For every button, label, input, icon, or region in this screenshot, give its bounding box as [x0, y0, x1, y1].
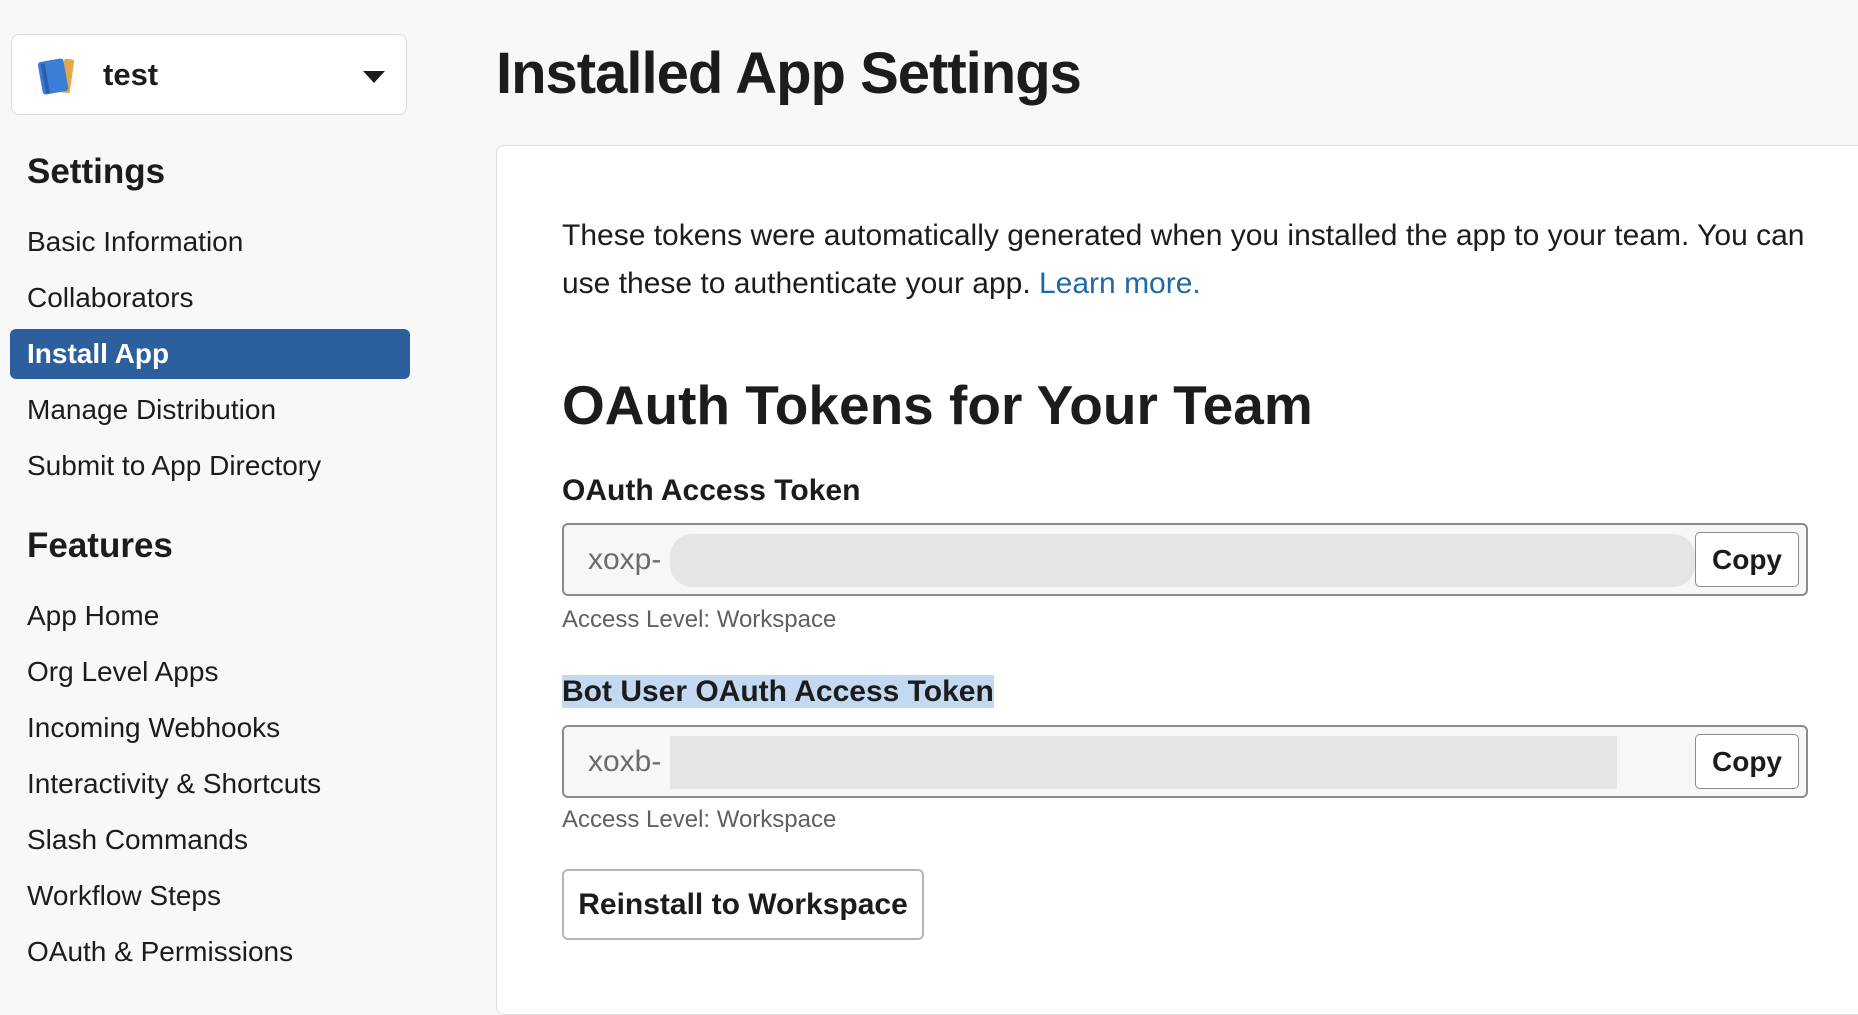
learn-more-link[interactable]: Learn more.: [1039, 267, 1201, 300]
oauth-token-access-level: Access Level: Workspace: [562, 606, 837, 633]
redacted-token-mask: [670, 534, 1695, 587]
intro-text: These tokens were automatically generate…: [562, 212, 1842, 308]
oauth-tokens-heading: OAuth Tokens for Your Team: [562, 374, 1313, 436]
page-title: Installed App Settings: [496, 41, 1082, 106]
app-name: test: [103, 57, 159, 92]
sidebar-item-org-level-apps[interactable]: Org Level Apps: [10, 647, 410, 697]
copy-bot-token-button[interactable]: Copy: [1695, 734, 1799, 789]
sidebar-item-collaborators[interactable]: Collaborators: [10, 273, 410, 323]
sidebar-item-interactivity-shortcuts[interactable]: Interactivity & Shortcuts: [10, 759, 410, 809]
copy-oauth-token-button[interactable]: Copy: [1695, 532, 1799, 587]
settings-section-title: Settings: [27, 152, 166, 191]
notebook-icon: [37, 58, 75, 95]
sidebar: test Settings Basic Information Collabor…: [0, 0, 420, 992]
redacted-token-mask: [670, 736, 1617, 789]
oauth-access-token-label: OAuth Access Token: [562, 474, 861, 507]
sidebar-item-submit-to-app-directory[interactable]: Submit to App Directory: [10, 441, 410, 491]
sidebar-item-manage-distribution[interactable]: Manage Distribution: [10, 385, 410, 435]
oauth-token-prefix: xoxp-: [588, 543, 662, 576]
app-switcher[interactable]: test: [11, 34, 407, 115]
sidebar-item-workflow-steps[interactable]: Workflow Steps: [10, 871, 410, 921]
reinstall-to-workspace-button[interactable]: Reinstall to Workspace: [562, 869, 924, 940]
sidebar-item-app-home[interactable]: App Home: [10, 591, 410, 641]
bot-user-oauth-token-field[interactable]: xoxb- Copy: [562, 725, 1808, 798]
sidebar-item-slash-commands[interactable]: Slash Commands: [10, 815, 410, 865]
bot-token-access-level: Access Level: Workspace: [562, 806, 837, 833]
sidebar-item-oauth-permissions[interactable]: OAuth & Permissions: [10, 927, 410, 977]
sidebar-item-basic-information[interactable]: Basic Information: [10, 217, 410, 267]
bot-token-prefix: xoxb-: [588, 745, 662, 778]
features-section-title: Features: [27, 526, 173, 565]
sidebar-item-incoming-webhooks[interactable]: Incoming Webhooks: [10, 703, 410, 753]
bot-token-label-wrapper: Bot User OAuth Access Token: [562, 672, 994, 712]
oauth-access-token-field[interactable]: xoxp- Copy: [562, 523, 1808, 596]
sidebar-item-install-app[interactable]: Install App: [10, 329, 410, 379]
bot-user-oauth-token-label: Bot User OAuth Access Token: [562, 675, 994, 708]
chevron-down-icon: [363, 71, 385, 83]
